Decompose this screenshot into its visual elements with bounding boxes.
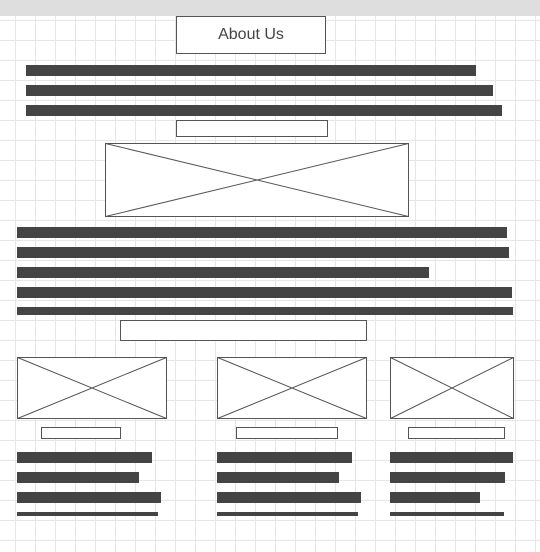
body-text-line	[17, 307, 513, 315]
main-image-placeholder	[105, 143, 409, 217]
section-subheader-box	[120, 320, 367, 341]
column-text-line	[17, 472, 139, 483]
image-placeholder-icon	[390, 357, 514, 419]
page-title: About Us	[176, 16, 326, 54]
column-image-placeholder	[390, 357, 514, 419]
body-text-line	[17, 227, 507, 238]
column-text-line	[17, 512, 158, 516]
image-placeholder-icon	[17, 357, 167, 419]
column-caption-box	[408, 427, 505, 439]
column-caption-box	[41, 427, 121, 439]
column-text-line	[390, 472, 505, 483]
column-text-line	[390, 492, 480, 503]
body-text-line	[17, 287, 512, 298]
column-text-line	[217, 472, 339, 483]
image-placeholder-icon	[217, 357, 367, 419]
main-caption-box	[176, 120, 328, 137]
body-text-line	[17, 267, 429, 278]
column-text-line	[17, 492, 161, 503]
column-text-line	[217, 452, 352, 463]
column-image-placeholder	[217, 357, 367, 419]
column-caption-box	[236, 427, 338, 439]
column-text-line	[390, 512, 504, 516]
column-text-line	[390, 452, 513, 463]
image-placeholder-icon	[105, 143, 409, 217]
intro-text-line	[26, 85, 493, 96]
body-text-line	[17, 247, 509, 258]
column-image-placeholder	[17, 357, 167, 419]
intro-text-line	[26, 105, 502, 116]
column-text-line	[217, 512, 358, 516]
column-text-line	[17, 452, 152, 463]
intro-text-line	[26, 65, 476, 76]
top-strip	[0, 0, 540, 16]
column-text-line	[217, 492, 361, 503]
